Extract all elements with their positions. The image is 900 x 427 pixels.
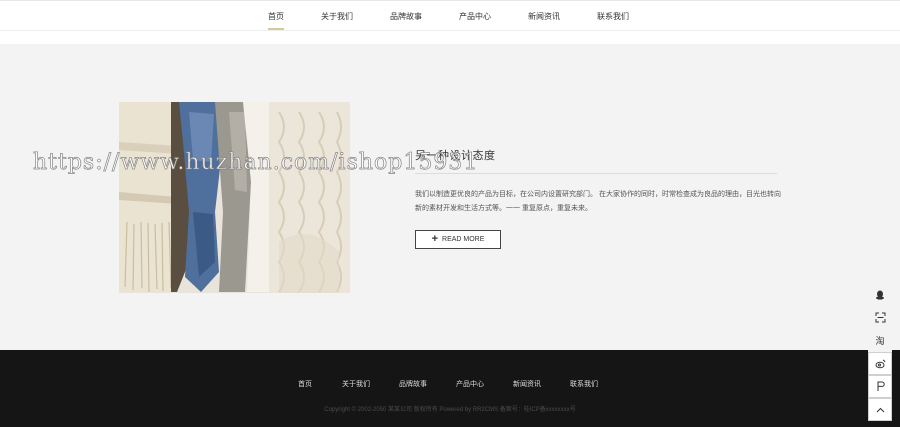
- nav-item-home[interactable]: 首页: [268, 11, 284, 30]
- copyright-text: Copyright © 2002-2050 某某公司 版权所有 Powered …: [324, 407, 576, 413]
- footer-link-about[interactable]: 关于我们: [342, 379, 370, 389]
- nav-item-products[interactable]: 产品中心: [459, 11, 491, 22]
- back-to-top-icon: [876, 407, 884, 412]
- read-more-label: READ MORE: [442, 236, 485, 243]
- nav-item-contact[interactable]: 联系我们: [597, 11, 629, 22]
- footer-link-brand-story[interactable]: 品牌故事: [399, 379, 427, 389]
- scan-icon: [875, 312, 885, 323]
- taobao-icon: 淘: [875, 336, 885, 346]
- footer-link-news[interactable]: 新闻资讯: [513, 379, 541, 389]
- plus-icon: +: [431, 233, 439, 245]
- scan-button[interactable]: [868, 306, 892, 329]
- folded-textiles-photo: [119, 102, 350, 293]
- feature-title: 另一种设计态度: [415, 150, 496, 162]
- feature-section: 另一种设计态度 我们以制造更优良的产品为目标，在公司内设置研究部门。 在大家协作…: [0, 44, 900, 350]
- side-toolbar: 淘: [868, 283, 892, 421]
- footer: 首页 关于我们 品牌故事 产品中心 新闻资讯 联系我们 Copyright © …: [0, 350, 900, 427]
- tmall-button[interactable]: [868, 375, 892, 398]
- read-more-button[interactable]: + READ MORE: [415, 230, 501, 249]
- textiles-illustration: [119, 102, 350, 293]
- weibo-button[interactable]: [868, 352, 892, 375]
- footer-link-products[interactable]: 产品中心: [456, 379, 484, 389]
- qq-icon: [876, 290, 884, 300]
- taobao-button[interactable]: 淘: [868, 329, 892, 352]
- title-divider: [415, 173, 777, 174]
- footer-link-home[interactable]: 首页: [298, 379, 312, 389]
- nav-item-brand-story[interactable]: 品牌故事: [390, 11, 422, 22]
- back-to-top-button[interactable]: [868, 398, 892, 421]
- qq-button[interactable]: [868, 283, 892, 306]
- top-nav: 首页 关于我们 品牌故事 产品中心 新闻资讯 联系我们: [0, 0, 900, 31]
- feature-description: 我们以制造更优良的产品为目标，在公司内设置研究部门。 在大家协作的同时，时常检查…: [415, 191, 781, 212]
- nav-item-about[interactable]: 关于我们: [321, 11, 353, 22]
- tmall-icon: [877, 381, 885, 391]
- weibo-icon: [875, 359, 885, 368]
- nav-item-news[interactable]: 新闻资讯: [528, 11, 560, 22]
- footer-link-contact[interactable]: 联系我们: [570, 379, 598, 389]
